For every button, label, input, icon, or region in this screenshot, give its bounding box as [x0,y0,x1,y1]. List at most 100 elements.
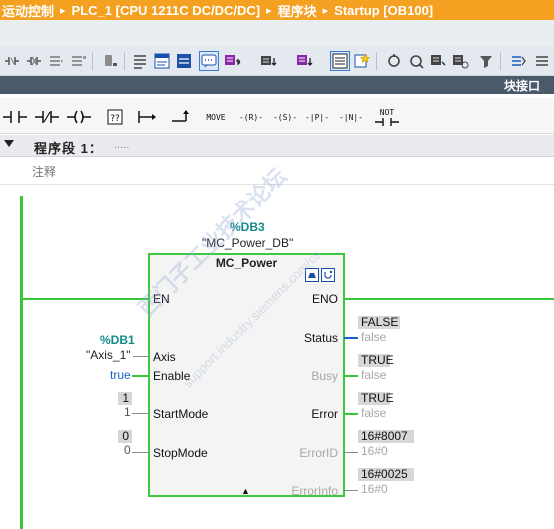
enable-value[interactable]: true [110,369,131,382]
axis-db-name[interactable]: "Axis_1" [86,348,131,362]
open-block-icon[interactable] [100,51,120,71]
close-branch-icon[interactable] [168,106,194,128]
errorinfo-monitor-value: 16#0025 [358,468,414,481]
errorid-actual-value[interactable]: 16#0 [361,445,388,458]
set-coil-icon[interactable]: -(S)- [270,106,300,128]
expand-block-arrow[interactable]: ▲ [241,486,250,496]
empty-box-icon[interactable]: ?? [103,106,129,128]
block-help-icon[interactable] [321,268,335,282]
toolbar-separator [500,52,501,70]
normally-closed-contact-icon[interactable] [32,106,62,128]
pin-startmode: StartMode [153,407,209,421]
favorites-icon[interactable] [199,51,219,71]
errorinfo-actual-value[interactable]: 16#0 [361,483,388,496]
positive-edge-label: -|P|- [304,112,330,122]
error-monitor-value: TRUE [358,392,394,405]
pin-status: Status [303,331,338,345]
errorinfo-wire [344,490,358,491]
errorid-wire [344,452,358,453]
pin-busy: Busy [311,369,338,383]
modify-value-icon[interactable] [508,51,528,71]
monitoring-values-icon[interactable] [294,51,314,71]
compare-icon[interactable] [428,51,448,71]
pin-enable: Enable [153,369,191,383]
insert-row-icon[interactable] [46,51,66,71]
pin-errorid: ErrorID [299,446,338,460]
positive-edge-icon[interactable]: -|P|- [302,106,332,128]
negative-edge-icon[interactable]: -|N|- [336,106,366,128]
toolbar-separator [92,52,93,70]
assignment-coil-icon[interactable] [64,106,94,128]
startmode-param[interactable]: 1 [124,406,131,419]
toolbar-separator [124,52,125,70]
block-list-icon[interactable] [330,51,350,71]
program-editor: 运动控制 ▸ PLC_1 [CPU 1211C DC/DC/DC] ▸ 程序块 … [0,0,554,529]
go-online-icon[interactable] [384,51,404,71]
download-icon[interactable] [258,51,278,71]
reset-coil-icon[interactable]: -(R)- [236,106,266,128]
negative-edge-label: -|N|- [338,112,364,122]
busy-actual-value[interactable]: false [361,369,386,382]
normally-open-contact-icon[interactable] [0,106,30,128]
breadcrumb-separator: ▸ [60,4,66,17]
pin-eno: ENO [311,292,338,306]
stopmode-wire [132,452,149,453]
extended-toolbar-icon[interactable] [532,51,552,71]
show-comments-icon[interactable] [130,51,150,71]
first-error-icon[interactable] [222,51,242,71]
stopmode-monitor-value: 0 [118,430,132,443]
set-coil-label: -(S)- [272,112,298,122]
stopmode-param[interactable]: 0 [124,444,131,457]
collapse-networks-icon[interactable] [174,51,194,71]
editor-header-band [0,20,554,46]
block-instance-icon[interactable] [305,268,319,282]
startmode-wire [132,413,149,414]
block-interface-label[interactable]: 块接口 [504,77,540,94]
pin-axis: Axis [153,350,176,364]
insert-network-icon[interactable] [2,51,22,71]
instance-db-address[interactable]: %DB3 [230,220,265,234]
network-title-placeholder[interactable]: ..... [114,139,129,151]
delete-network-icon[interactable] [24,51,44,71]
reset-coil-label: -(R)- [238,112,264,122]
move-box-icon[interactable]: MOVE [201,106,231,128]
invert-rlo-icon[interactable]: NOT [372,106,402,128]
status-actual-value[interactable]: false [361,331,386,344]
call-environment-icon[interactable] [476,51,496,71]
axis-db-address[interactable]: %DB1 [100,333,135,347]
snapshot-icon[interactable] [352,51,372,71]
startmode-monitor-value: 1 [118,392,132,405]
invert-rlo-label: NOT [379,107,395,117]
network-overview-icon[interactable] [152,51,172,71]
breadcrumb-item-project[interactable]: 运动控制 [0,1,54,20]
left-power-rail [20,196,23,529]
go-offline-icon[interactable] [406,51,426,71]
instance-db-name[interactable]: "MC_Power_DB" [202,236,293,250]
network-comment[interactable]: 注释 [32,163,56,180]
block-interface-strip[interactable] [0,76,554,94]
errorid-monitor-value: 16#8007 [358,430,414,443]
pin-error: Error [311,407,338,421]
monitor-on-off-icon[interactable] [450,51,470,71]
breadcrumb-item-block[interactable]: Startup [OB100] [334,3,433,18]
eno-power-wire [344,298,554,300]
toolbar-separator [376,52,377,70]
breadcrumb: 运动控制 ▸ PLC_1 [CPU 1211C DC/DC/DC] ▸ 程序块 … [0,0,554,20]
busy-wire [344,375,358,377]
enable-wire [132,375,149,377]
breadcrumb-separator: ▸ [322,4,329,17]
breadcrumb-item-program-blocks[interactable]: 程序块 [278,1,317,20]
svg-text:??: ?? [110,114,120,124]
en-power-wire [22,298,149,300]
busy-monitor-value: TRUE [358,354,394,367]
status-wire [344,337,358,339]
pin-errorinfo: ErrorInfo [291,484,338,498]
comment-divider [0,184,554,185]
breadcrumb-item-plc[interactable]: PLC_1 [CPU 1211C DC/DC/DC] [72,3,261,18]
collapse-network-icon[interactable] [4,140,14,147]
network-title[interactable]: 程序段 1： [34,138,103,157]
axis-wire [133,356,149,357]
insert-column-icon[interactable] [68,51,88,71]
error-actual-value[interactable]: false [361,407,386,420]
open-branch-icon[interactable] [136,106,162,128]
